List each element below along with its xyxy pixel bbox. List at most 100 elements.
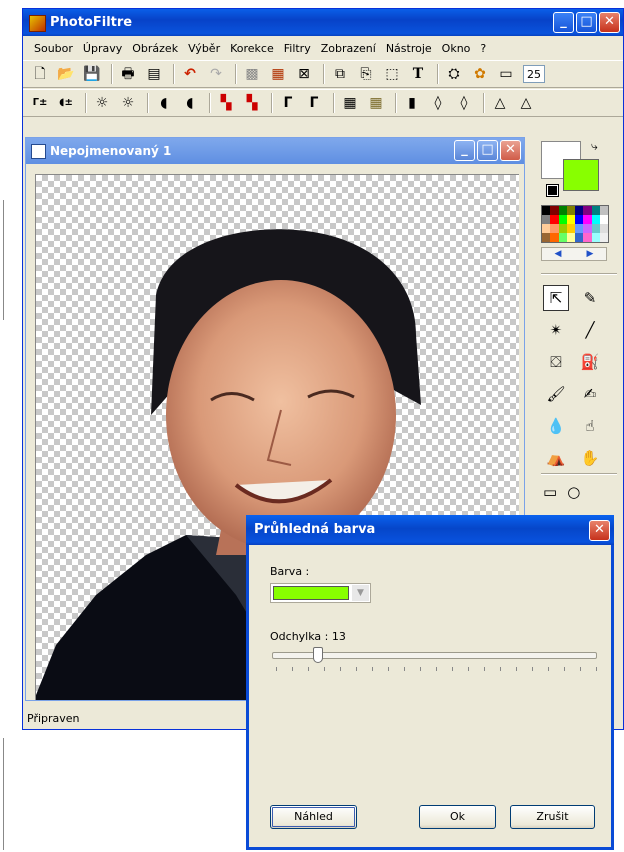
print-icon[interactable]: 🖶 — [117, 63, 139, 85]
smudge-tool-icon[interactable]: ☝ — [577, 413, 603, 439]
dialog-close-button[interactable]: ✕ — [589, 520, 610, 541]
undo-icon[interactable]: ↶ — [179, 63, 201, 85]
palette-color-12[interactable] — [575, 215, 584, 224]
explorer-icon[interactable]: ⛭ — [443, 63, 465, 85]
palette-color-29[interactable] — [583, 233, 592, 242]
palette-color-22[interactable] — [591, 224, 600, 233]
ellipse-shape-icon[interactable]: ○ — [567, 483, 580, 501]
document-minimize-button[interactable]: _ — [454, 140, 475, 161]
ok-button[interactable]: Ok — [419, 805, 496, 829]
default-colors-icon[interactable] — [546, 184, 559, 197]
scanner-icon[interactable]: ▤ — [143, 63, 165, 85]
palette-color-6[interactable] — [591, 206, 600, 215]
dialog-title-bar[interactable]: Průhledná barva ✕ — [246, 515, 614, 545]
hand-tool-icon[interactable]: ✋ — [577, 445, 603, 471]
palette-color-27[interactable] — [566, 233, 575, 242]
copy-icon[interactable]: ⧉ — [329, 63, 351, 85]
palette-color-26[interactable] — [558, 233, 567, 242]
palette-color-24[interactable] — [542, 233, 551, 242]
maximize-button[interactable]: □ — [576, 12, 597, 33]
triangle-alt-icon[interactable]: △ — [515, 92, 537, 114]
background-color-swatch[interactable] — [563, 159, 599, 191]
image-size-icon[interactable]: ▩ — [241, 63, 263, 85]
menu-obrazek[interactable]: Obrázek — [127, 42, 183, 55]
contrast-plus-icon[interactable]: ◖ — [179, 92, 201, 114]
minimize-button[interactable]: _ — [553, 12, 574, 33]
save-icon[interactable]: 💾 — [81, 63, 103, 85]
palette-color-8[interactable] — [542, 215, 551, 224]
saturation-minus-icon[interactable]: ▚ — [215, 92, 237, 114]
palette-color-16[interactable] — [542, 224, 551, 233]
color-palette[interactable] — [541, 205, 609, 243]
menu-help[interactable]: ? — [475, 42, 491, 55]
cancel-button[interactable]: Zrušit — [510, 805, 595, 829]
chevron-down-icon[interactable]: ▼ — [352, 585, 369, 601]
film-icon[interactable]: ▮ — [401, 92, 423, 114]
gamma-plus-icon[interactable]: Γ — [303, 92, 325, 114]
pointer-tool-icon[interactable]: ⇱ — [543, 285, 569, 311]
palette-color-31[interactable] — [599, 233, 608, 242]
rectangle-shape-icon[interactable]: ▭ — [543, 483, 557, 501]
palette-color-13[interactable] — [583, 215, 592, 224]
palette-color-20[interactable] — [575, 224, 584, 233]
palette-color-21[interactable] — [583, 224, 592, 233]
palette-color-25[interactable] — [550, 233, 559, 242]
paste-icon[interactable]: ⎘ — [355, 63, 377, 85]
palette-color-19[interactable] — [566, 224, 575, 233]
fill-tool-icon[interactable]: ⛋ — [543, 349, 569, 375]
palette-color-4[interactable] — [575, 206, 584, 215]
palette-color-9[interactable] — [550, 215, 559, 224]
palette-color-18[interactable] — [558, 224, 567, 233]
document-maximize-button[interactable]: □ — [477, 140, 498, 161]
eyedropper-tool-icon[interactable]: ✎ — [577, 285, 603, 311]
brush-tool-icon[interactable]: 🖌 — [543, 381, 569, 407]
swap-colors-icon[interactable]: ⤷ — [591, 139, 598, 154]
palette-color-2[interactable] — [558, 206, 567, 215]
menu-vyber[interactable]: Výběr — [183, 42, 225, 55]
contrast-minus-icon[interactable]: ◖ — [153, 92, 175, 114]
zoom-field[interactable]: 25 — [523, 65, 545, 83]
palette-color-5[interactable] — [583, 206, 592, 215]
close-button[interactable]: ✕ — [599, 12, 620, 33]
palette-color-7[interactable] — [599, 206, 608, 215]
brightness-plus-icon[interactable]: ☼ — [117, 92, 139, 114]
auto-levels-icon[interactable]: Γ± — [29, 92, 51, 114]
selection-icon[interactable]: ⬚ — [381, 63, 403, 85]
palette-color-10[interactable] — [558, 215, 567, 224]
grid-alt-icon[interactable]: ▦ — [365, 92, 387, 114]
palette-prev-icon[interactable]: ◀ — [555, 249, 562, 259]
triangle-icon[interactable]: △ — [489, 92, 511, 114]
new-file-icon[interactable]: 🗋 — [29, 63, 51, 85]
brightness-minus-icon[interactable]: ☼ — [91, 92, 113, 114]
redo-icon[interactable]: ↷ — [205, 63, 227, 85]
palette-color-15[interactable] — [599, 215, 608, 224]
line-tool-icon[interactable]: ╱ — [577, 317, 603, 343]
drop-icon[interactable]: ◊ — [427, 92, 449, 114]
blur-tool-icon[interactable]: 💧 — [543, 413, 569, 439]
transparency-icon[interactable]: ⊠ — [293, 63, 315, 85]
document-title-bar[interactable]: Nepojmenovaný 1 _ □ ✕ — [26, 138, 524, 164]
palette-color-14[interactable] — [591, 215, 600, 224]
palette-color-23[interactable] — [599, 224, 608, 233]
menu-nastroje[interactable]: Nástroje — [381, 42, 437, 55]
title-bar[interactable]: PhotoFiltre _ □ ✕ — [23, 9, 623, 36]
palette-color-1[interactable] — [550, 206, 559, 215]
text-icon[interactable]: T — [407, 63, 429, 85]
auto-contrast-icon[interactable]: ◖± — [55, 92, 77, 114]
preview-button[interactable]: Náhled — [270, 805, 357, 829]
open-folder-icon[interactable]: 📂 — [55, 63, 77, 85]
palette-color-30[interactable] — [591, 233, 600, 242]
color-palette-icon[interactable]: ▦ — [267, 63, 289, 85]
plugins-icon[interactable]: ✿ — [469, 63, 491, 85]
menu-filtry[interactable]: Filtry — [279, 42, 316, 55]
palette-color-3[interactable] — [566, 206, 575, 215]
calendar-icon[interactable]: ▭ — [495, 63, 517, 85]
menu-zobrazeni[interactable]: Zobrazení — [316, 42, 381, 55]
document-close-button[interactable]: ✕ — [500, 140, 521, 161]
spray-tool-icon[interactable]: ⛽ — [577, 349, 603, 375]
palette-color-17[interactable] — [550, 224, 559, 233]
tolerance-slider-thumb[interactable] — [312, 647, 323, 663]
palette-color-0[interactable] — [542, 206, 551, 215]
palette-next-icon[interactable]: ▶ — [587, 249, 594, 259]
menu-soubor[interactable]: Soubor — [29, 42, 78, 55]
